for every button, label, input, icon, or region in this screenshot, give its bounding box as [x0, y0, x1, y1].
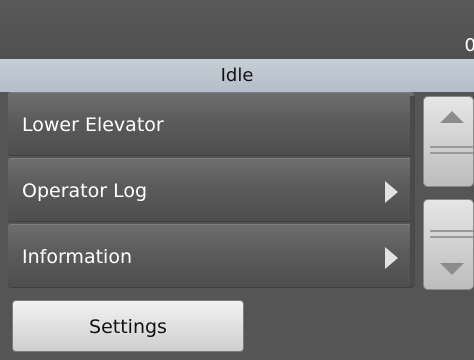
menu-item-label: Information [22, 246, 132, 268]
arrow-down-icon [440, 263, 464, 275]
menu-list: Lower Elevator Operator Log Information [8, 92, 414, 290]
menu-item-label: Lower Elevator [22, 114, 164, 136]
menu-item-information[interactable]: Information [8, 224, 414, 288]
grip-lines-icon [430, 146, 473, 156]
menu-item-label: Operator Log [22, 180, 148, 202]
settings-button[interactable]: Settings [12, 300, 244, 352]
top-bar: 0 [0, 0, 474, 59]
scroll-up-button[interactable] [423, 96, 474, 187]
menu-item-lower-elevator[interactable]: Lower Elevator [8, 92, 414, 156]
chevron-right-icon [385, 247, 398, 269]
chevron-right-icon [385, 181, 398, 203]
page-counter: 0 [464, 35, 474, 56]
scroll-down-button[interactable] [423, 199, 474, 290]
grip-lines-icon [430, 230, 473, 240]
arrow-up-icon [440, 111, 464, 123]
scroll-track [410, 96, 415, 286]
menu-item-operator-log[interactable]: Operator Log [8, 158, 414, 222]
status-bar: Idle [0, 59, 474, 92]
